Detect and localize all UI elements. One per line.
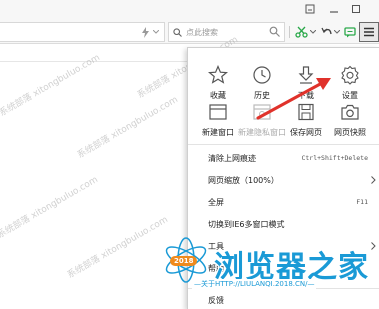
logo-url: —关于HTTP://LIULANQI.2018.CN/— xyxy=(192,279,317,289)
watermark-logo: 2018 浏览器之家 —关于HTTP://LIULANQI.2018.CN/— xyxy=(162,236,372,298)
logo-badge: 2018 xyxy=(170,256,198,266)
